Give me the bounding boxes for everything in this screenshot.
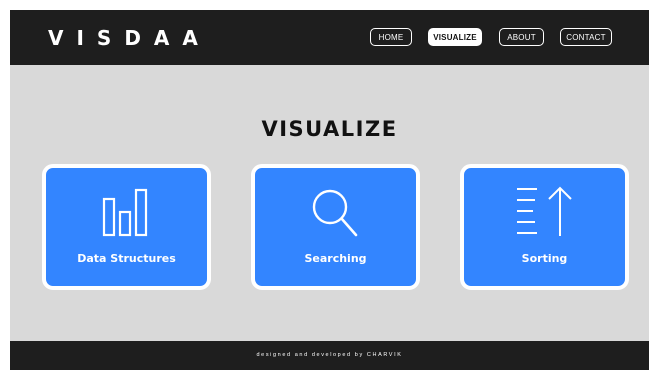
searching-label: Searching bbox=[304, 252, 367, 265]
sort-ascending-icon bbox=[517, 186, 572, 236]
header: VISDAA HOME VISUALIZE ABOUT CONTACT bbox=[10, 10, 649, 65]
footer: designed and developed by CHARVIK bbox=[10, 341, 649, 370]
nav-about-button[interactable]: ABOUT bbox=[499, 28, 544, 46]
nav-home-button[interactable]: HOME bbox=[370, 28, 412, 46]
sorting-label: Sorting bbox=[521, 252, 568, 265]
nav-visualize-button[interactable]: VISUALIZE bbox=[428, 28, 482, 46]
searching-card[interactable]: Searching bbox=[251, 164, 420, 290]
footer-credit: designed and developed by CHARVIK bbox=[256, 352, 403, 358]
sorting-card[interactable]: Sorting bbox=[460, 164, 629, 290]
page: VISDAA HOME VISUALIZE ABOUT CONTACT VISU… bbox=[10, 10, 649, 370]
magnifier-icon bbox=[312, 189, 358, 237]
bar-chart-icon bbox=[102, 188, 148, 237]
page-title: VISUALIZE bbox=[261, 117, 398, 141]
site-logo[interactable]: VISDAA bbox=[48, 26, 211, 50]
nav-contact-button[interactable]: CONTACT bbox=[560, 28, 612, 46]
data-structures-card[interactable]: Data Structures bbox=[42, 164, 211, 290]
data-structures-label: Data Structures bbox=[77, 252, 176, 265]
